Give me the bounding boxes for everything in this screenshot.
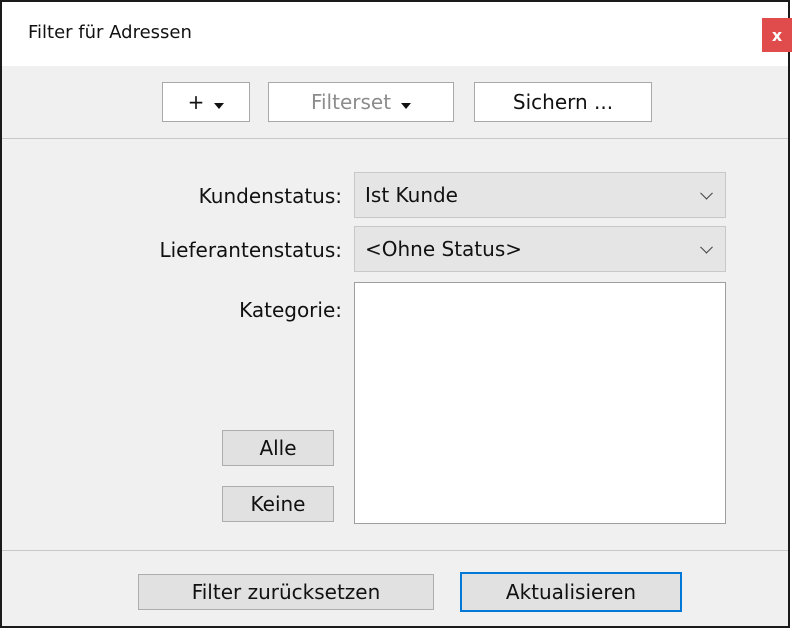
reset-filter-button[interactable]: Filter zurücksetzen xyxy=(138,574,434,610)
select-none-button[interactable]: Keine xyxy=(222,486,334,522)
dropdown-arrow-icon xyxy=(214,103,225,109)
footer-divider xyxy=(2,550,788,551)
lieferantenstatus-select[interactable]: <Ohne Status> xyxy=(354,226,726,272)
select-all-button[interactable]: Alle xyxy=(222,430,334,466)
add-filter-button[interactable]: + xyxy=(162,82,250,122)
filter-dialog: Filter für Adressen x + Filterset Sicher… xyxy=(0,0,792,628)
dialog-body: + Filterset Sichern ... Kundenstatus: Is… xyxy=(2,66,788,626)
chevron-down-icon xyxy=(700,186,713,200)
select-none-label: Keine xyxy=(250,492,306,516)
select-all-label: Alle xyxy=(259,436,297,460)
lieferantenstatus-value: <Ohne Status> xyxy=(365,237,523,261)
reset-filter-label: Filter zurücksetzen xyxy=(191,580,381,604)
plus-icon: + xyxy=(187,90,205,114)
refresh-button[interactable]: Aktualisieren xyxy=(460,572,682,612)
kategorie-label: Kategorie: xyxy=(239,298,342,322)
toolbar-divider xyxy=(2,138,788,139)
refresh-label: Aktualisieren xyxy=(505,580,637,604)
kategorie-listbox[interactable] xyxy=(354,282,726,524)
kundenstatus-select[interactable]: Ist Kunde xyxy=(354,172,726,218)
chevron-down-icon xyxy=(700,240,713,254)
lieferantenstatus-label: Lieferantenstatus: xyxy=(159,238,342,262)
close-button[interactable]: x xyxy=(762,18,792,52)
dropdown-arrow-icon xyxy=(401,103,412,109)
close-icon: x xyxy=(771,25,783,45)
save-button[interactable]: Sichern ... xyxy=(474,82,652,122)
filterset-button[interactable]: Filterset xyxy=(268,82,454,122)
title-bar[interactable]: Filter für Adressen x xyxy=(2,2,792,66)
dialog-title: Filter für Adressen xyxy=(28,22,192,43)
filterset-label: Filterset xyxy=(310,90,392,114)
kundenstatus-value: Ist Kunde xyxy=(365,183,458,207)
kundenstatus-label: Kundenstatus: xyxy=(198,184,342,208)
save-label: Sichern ... xyxy=(512,90,614,114)
